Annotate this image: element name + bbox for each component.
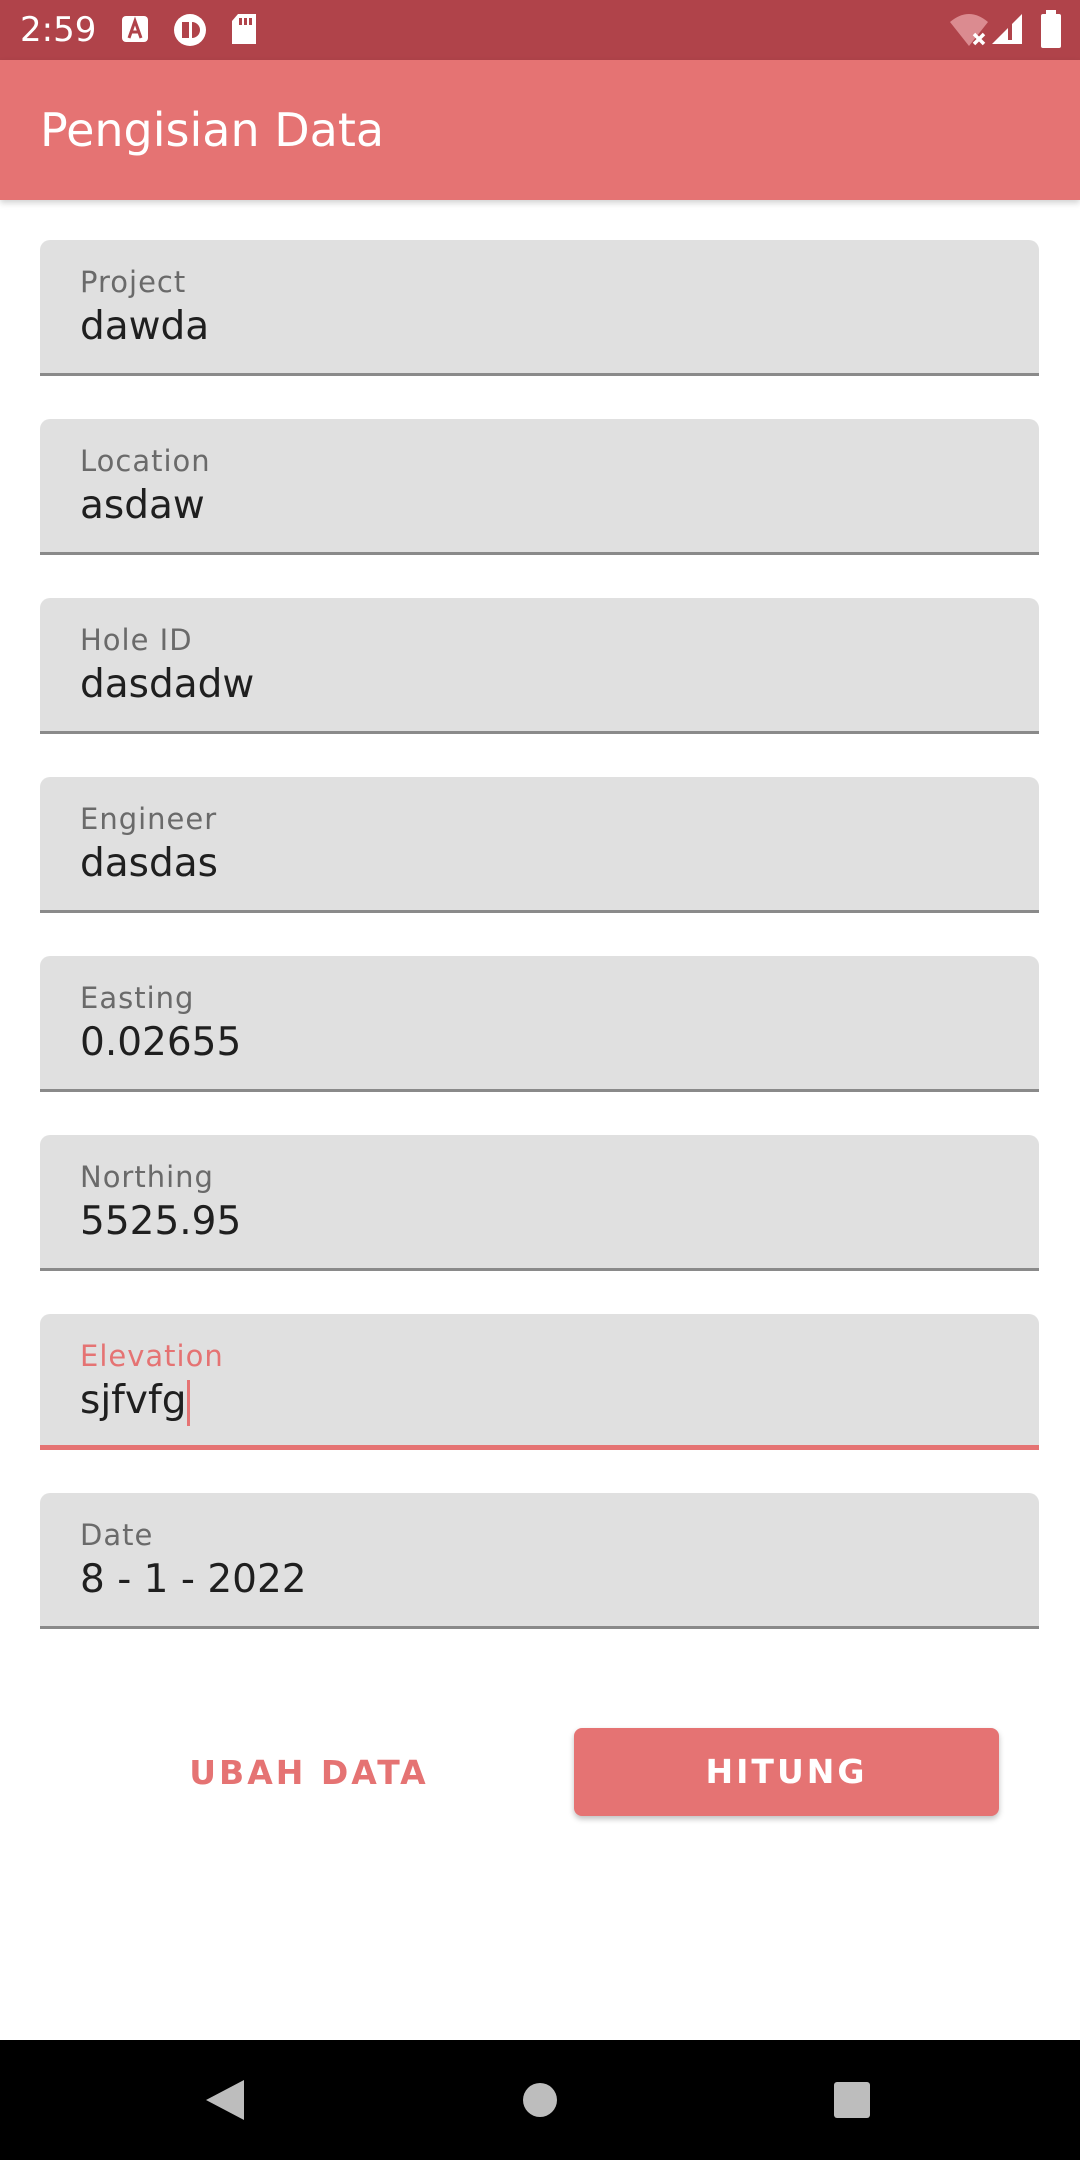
location-field[interactable]: Location asdaw: [40, 419, 1039, 555]
elevation-field[interactable]: Elevation sjfvfg: [40, 1314, 1039, 1450]
back-button[interactable]: [166, 2040, 286, 2160]
app-bar: Pengisian Data: [0, 60, 1080, 200]
accessibility-a-icon: [120, 14, 150, 48]
back-icon: [166, 2080, 286, 2160]
hitung-button[interactable]: HITUNG: [574, 1728, 999, 1816]
hole-id-field[interactable]: Hole ID dasdadw: [40, 598, 1039, 734]
field-value-text: sjfvfg: [80, 1378, 187, 1423]
ubah-data-button[interactable]: UBAH DATA: [150, 1728, 468, 1818]
field-value: 5525.95: [80, 1199, 242, 1244]
home-button[interactable]: [480, 2040, 600, 2160]
screen: 2:59 Pengisian Data Project dawda Locati…: [0, 0, 1080, 2160]
status-bar: 2:59: [0, 0, 1080, 60]
field-label: Hole ID: [80, 623, 193, 657]
field-value: dasdadw: [80, 662, 255, 707]
field-value: 0.02655: [80, 1020, 242, 1065]
field-label: Easting: [80, 981, 195, 1015]
vpn-icon: [172, 12, 208, 52]
field-value: dawda: [80, 304, 210, 349]
field-value: sjfvfg: [80, 1376, 191, 1426]
status-time: 2:59: [20, 10, 97, 50]
sd-card-icon: [230, 12, 258, 50]
project-field[interactable]: Project dawda: [40, 240, 1039, 376]
page-title: Pengisian Data: [40, 103, 385, 157]
field-value: asdaw: [80, 483, 205, 528]
recents-icon: [792, 2082, 912, 2160]
northing-field[interactable]: Northing 5525.95: [40, 1135, 1039, 1271]
field-value: dasdas: [80, 841, 218, 886]
date-field[interactable]: Date 8 - 1 - 2022: [40, 1493, 1039, 1629]
wifi-off-icon: [948, 12, 990, 52]
cell-signal-icon: [990, 12, 1024, 50]
recents-button[interactable]: [792, 2040, 912, 2160]
text-cursor: [187, 1379, 191, 1426]
field-label: Location: [80, 444, 211, 478]
easting-field[interactable]: Easting 0.02655: [40, 956, 1039, 1092]
field-value: 8 - 1 - 2022: [80, 1557, 307, 1602]
field-label: Elevation: [80, 1339, 224, 1373]
home-icon: [480, 2083, 600, 2160]
navigation-bar: [0, 2040, 1080, 2160]
battery-icon: [1040, 10, 1062, 52]
field-label: Project: [80, 265, 187, 299]
engineer-field[interactable]: Engineer dasdas: [40, 777, 1039, 913]
field-label: Date: [80, 1518, 154, 1552]
field-label: Engineer: [80, 802, 218, 836]
field-label: Northing: [80, 1160, 214, 1194]
